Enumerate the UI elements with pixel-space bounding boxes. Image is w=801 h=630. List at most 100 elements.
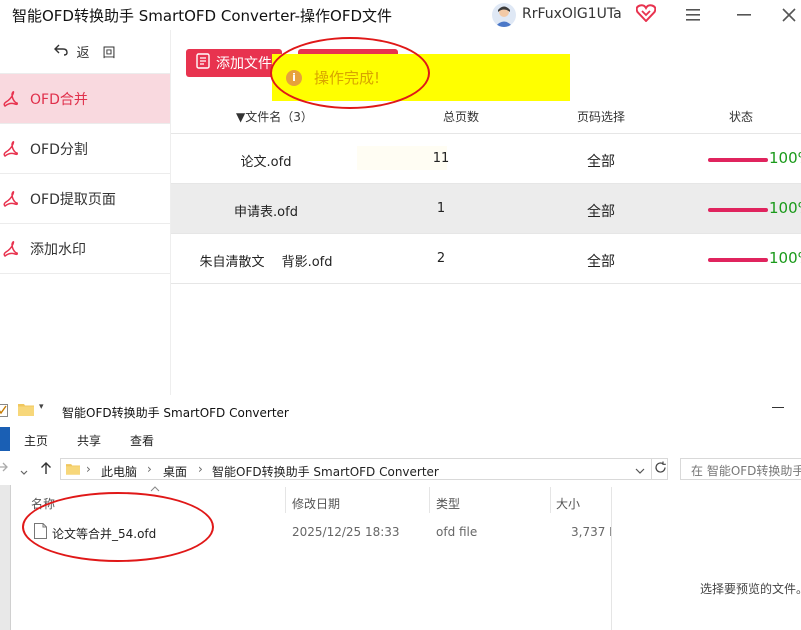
column-divider[interactable] xyxy=(285,487,286,513)
page-count: 2 xyxy=(436,251,446,266)
close-icon[interactable] xyxy=(777,4,801,26)
column-divider[interactable] xyxy=(429,487,430,513)
acrobat-icon xyxy=(2,140,18,157)
breadcrumb-separator-icon: › xyxy=(198,462,203,476)
checkbox-icon[interactable] xyxy=(0,404,8,420)
search-input[interactable]: 在 智能OFD转换助手 xyxy=(680,458,801,480)
sort-up-icon xyxy=(150,485,160,495)
sidebar: 返 回 OFD合并 OFD分割 OFD提取页面 添加水印 xyxy=(0,30,171,395)
page-range[interactable]: 全部 xyxy=(551,201,651,221)
add-file-label: 添加文件 xyxy=(216,56,272,72)
file-icon xyxy=(34,523,47,542)
sidebar-item-label: OFD分割 xyxy=(30,141,88,158)
app-title: 智能OFD转换助手 SmartOFD Converter-操作OFD文件 xyxy=(12,7,393,25)
file-tab[interactable] xyxy=(0,427,10,451)
breadcrumb-this-pc[interactable]: 此电脑 xyxy=(101,463,137,480)
preview-pane: 选择要预览的文件。 xyxy=(611,487,801,630)
folder-icon xyxy=(18,402,34,419)
column-header-status: 状态 xyxy=(729,110,754,124)
progress-bar xyxy=(708,208,768,212)
folder-icon xyxy=(66,462,80,478)
address-bar[interactable]: › 此电脑 › 桌面 › 智能OFD转换助手 SmartOFD Converte… xyxy=(60,458,668,480)
avatar-icon[interactable] xyxy=(492,3,516,27)
add-file-button[interactable]: 添加文件 xyxy=(186,49,282,77)
table-row[interactable]: 申请表.ofd 1 全部 100% xyxy=(171,184,801,234)
file-name: 论文.ofd xyxy=(240,155,292,170)
explorer-ribbon: 主页 共享 查看 xyxy=(0,427,801,451)
progress-bar xyxy=(708,258,768,262)
tab-view[interactable]: 查看 xyxy=(130,432,154,449)
chevron-down-icon[interactable] xyxy=(635,464,645,478)
back-button[interactable]: 返 回 xyxy=(0,30,170,74)
divider xyxy=(651,459,652,479)
user-name[interactable]: RrFuxOlG1UTa xyxy=(522,6,622,22)
table-header: ▼文件名（3） 总页数 页码选择 状态 xyxy=(171,98,801,134)
breadcrumb-separator-icon: › xyxy=(147,462,152,476)
sidebar-item-label: 添加水印 xyxy=(30,241,86,258)
explorer-titlebar: ▾ 智能OFD转换助手 SmartOFD Converter xyxy=(0,395,801,427)
column-header-type[interactable]: 类型 xyxy=(436,495,460,512)
preview-placeholder: 选择要预览的文件。 xyxy=(700,582,801,596)
sidebar-item-ofd-split[interactable]: OFD分割 xyxy=(0,124,170,174)
page-count: 1 xyxy=(436,201,446,216)
chevron-down-icon[interactable] xyxy=(20,465,28,479)
file-size: 3,737 K xyxy=(571,525,611,539)
hamburger-icon[interactable] xyxy=(681,4,705,26)
file-name: 申请表.ofd xyxy=(234,205,298,220)
sort-down-icon: ▼ xyxy=(236,110,246,124)
acrobat-icon xyxy=(2,90,18,107)
progress-percent: 100% xyxy=(769,249,801,267)
page-range[interactable]: 全部 xyxy=(551,251,651,271)
tab-share[interactable]: 共享 xyxy=(77,432,101,449)
sidebar-item-ofd-merge[interactable]: OFD合并 xyxy=(0,74,170,124)
toast-text: 操作完成! xyxy=(314,69,381,87)
progress-percent: 100% xyxy=(769,199,801,217)
column-header-name[interactable]: ▼文件名（3） xyxy=(236,108,313,125)
explorer-title: 智能OFD转换助手 SmartOFD Converter xyxy=(62,406,289,420)
breadcrumb-separator-icon: › xyxy=(86,462,91,476)
file-explorer-window: ▾ 智能OFD转换助手 SmartOFD Converter 主页 共享 查看 … xyxy=(0,395,801,630)
up-arrow-icon[interactable] xyxy=(40,461,52,478)
table-row[interactable]: 朱自清散文 背影.ofd 2 全部 100% xyxy=(171,234,801,284)
sidebar-item-label: OFD合并 xyxy=(30,91,88,108)
tab-home[interactable]: 主页 xyxy=(24,432,48,449)
file-date: 2025/12/25 18:33 xyxy=(292,525,400,539)
file-name: 论文等合并_54.ofd xyxy=(52,527,157,541)
page-count: 11 xyxy=(432,151,450,166)
forward-icon[interactable] xyxy=(0,461,8,476)
navigation-pane-scrollbar[interactable] xyxy=(0,485,11,630)
explorer-address-row: › 此电脑 › 桌面 › 智能OFD转换助手 SmartOFD Converte… xyxy=(0,455,801,483)
breadcrumb-folder[interactable]: 智能OFD转换助手 SmartOFD Converter xyxy=(212,463,439,480)
column-header-name[interactable]: 名称 xyxy=(31,495,55,512)
column-header-date[interactable]: 修改日期 xyxy=(292,495,340,512)
sidebar-item-ofd-extract[interactable]: OFD提取页面 xyxy=(0,174,170,224)
column-divider[interactable] xyxy=(550,487,551,513)
quick-access-dropdown-icon[interactable]: ▾ xyxy=(39,402,44,412)
heart-vip-icon[interactable] xyxy=(635,4,657,26)
refresh-icon[interactable] xyxy=(654,461,667,477)
minimize-icon[interactable] xyxy=(732,4,756,26)
back-label: 返 回 xyxy=(76,46,116,61)
column-header-size[interactable]: 大小 xyxy=(556,495,580,512)
column-header-pages: 总页数 xyxy=(443,110,480,124)
back-arrow-icon xyxy=(54,44,69,60)
file-name: 朱自清散文 背影.ofd xyxy=(199,255,333,270)
progress-bar xyxy=(708,158,768,162)
sidebar-item-label: OFD提取页面 xyxy=(30,191,116,208)
acrobat-icon xyxy=(2,240,18,257)
column-header-range: 页码选择 xyxy=(577,110,626,124)
add-file-icon xyxy=(196,53,210,73)
sidebar-item-watermark[interactable]: 添加水印 xyxy=(0,224,170,274)
table-row[interactable]: 论文.ofd 11 全部 100% xyxy=(171,134,801,184)
main-panel: 添加文件 i 操作完成! ▼文件名（3） 总页数 页码选择 状态 论文.ofd … xyxy=(171,30,801,395)
file-list-item[interactable]: 论文等合并_54.ofd 2025/12/25 18:33 ofd file 3… xyxy=(28,521,611,543)
minimize-icon[interactable] xyxy=(772,400,784,417)
app-titlebar: 智能OFD转换助手 SmartOFD Converter-操作OFD文件 RrF… xyxy=(0,0,801,30)
progress-percent: 100% xyxy=(769,149,801,167)
page-range[interactable]: 全部 xyxy=(551,151,651,171)
breadcrumb-desktop[interactable]: 桌面 xyxy=(163,463,187,480)
acrobat-icon xyxy=(2,190,18,207)
file-type: ofd file xyxy=(436,525,478,539)
info-icon: i xyxy=(286,69,302,86)
success-toast: i 操作完成! xyxy=(272,54,570,101)
